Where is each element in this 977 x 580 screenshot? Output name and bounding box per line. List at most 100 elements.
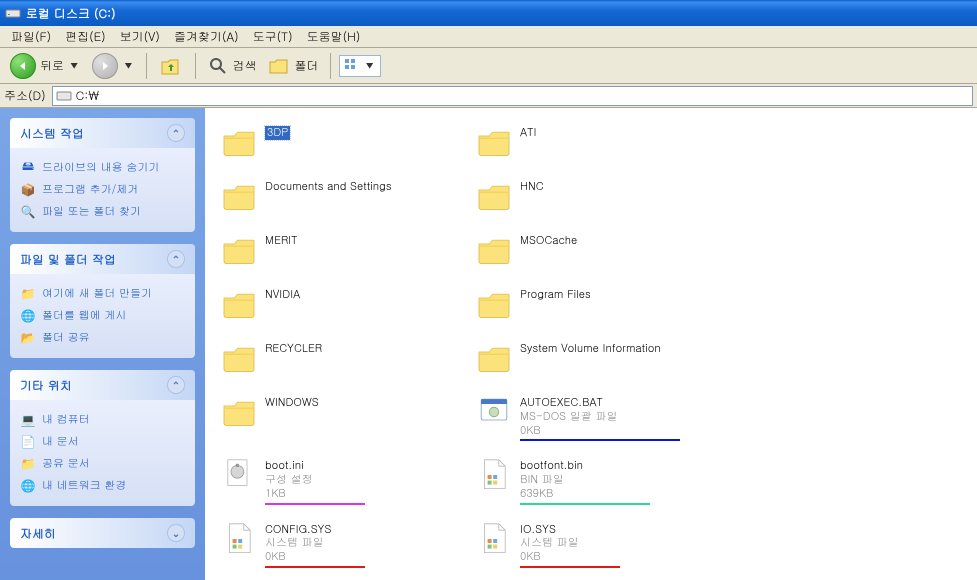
item-name: IO.SYS (520, 523, 717, 537)
place-my-documents[interactable]: 📄내 문서 (20, 430, 185, 452)
folder-item[interactable]: 3DP (213, 118, 468, 166)
task-search[interactable]: 🔍파일 또는 폴더 찾기 (20, 200, 185, 222)
view-icon (344, 58, 360, 74)
folder-item[interactable]: RECYCLER (213, 334, 468, 382)
menu-view[interactable]: 보기(V) (113, 26, 167, 47)
panel-title: 시스템 작업 (20, 125, 84, 142)
back-label: 뒤로 (40, 57, 64, 74)
item-name: MSOCache (520, 234, 717, 248)
folder-item[interactable]: MERIT (213, 226, 468, 274)
forward-button[interactable]: ▼ (88, 51, 138, 81)
folder-item[interactable]: System Volume Information (468, 334, 723, 382)
annotation-underline (520, 439, 680, 441)
menu-file[interactable]: 파일(F) (4, 26, 58, 47)
back-icon (10, 53, 36, 79)
place-label: 공유 문서 (42, 456, 90, 471)
folder-item[interactable]: ATI (468, 118, 723, 166)
folder-icon (268, 56, 290, 76)
search-icon: 🔍 (20, 203, 36, 219)
search-icon (208, 56, 228, 76)
drive-icon: 🖴 (20, 159, 36, 175)
item-size: 0KB (520, 550, 717, 564)
up-button[interactable] (155, 52, 187, 80)
panel-title: 파일 및 폴더 작업 (20, 251, 116, 268)
item-name: ATI (520, 126, 717, 140)
chevron-down-icon: ▼ (122, 59, 134, 72)
drive-icon (5, 5, 21, 21)
menu-fav[interactable]: 즐겨찾기(A) (167, 26, 246, 47)
task-publish[interactable]: 🌐폴더를 웹에 게시 (20, 304, 185, 326)
place-my-computer[interactable]: 💻내 컴퓨터 (20, 408, 185, 430)
annotation-underline (265, 503, 365, 505)
folder-icon (474, 338, 514, 378)
task-label: 드라이브의 내용 숨기기 (42, 160, 159, 175)
panel-title: 기타 위치 (20, 377, 72, 394)
folder-icon (219, 338, 259, 378)
task-add-remove[interactable]: 📦 프로그램 추가/제거 (20, 178, 185, 200)
folder-icon (474, 176, 514, 216)
task-new-folder[interactable]: 📁여기에 새 폴더 만들기 (20, 282, 185, 304)
chevron-down-icon: ▼ (363, 59, 375, 72)
folder-item[interactable]: MSOCache (468, 226, 723, 274)
folder-item[interactable]: NVIDIA (213, 280, 468, 328)
folders-button[interactable]: 폴더 (264, 54, 322, 78)
tasks-sidebar: 시스템 작업 ⌃ 🖴 드라이브의 내용 숨기기 📦 프로그램 추가/제거 🔍파일 또… (0, 108, 205, 580)
file-list[interactable]: 3DP ATI Documents and SettingsHNC MERIT MSOC… (205, 108, 977, 580)
separator (330, 53, 331, 79)
place-label: 내 문서 (42, 434, 79, 449)
menu-edit[interactable]: 편집(E) (58, 26, 113, 47)
place-label: 내 네트워크 환경 (42, 478, 126, 493)
folder-icon (219, 392, 259, 432)
folder-icon (219, 284, 259, 324)
back-button[interactable]: 뒤로 ▼ (6, 51, 84, 81)
file-icon (474, 392, 514, 432)
folder-new-icon: 📁 (20, 285, 36, 301)
item-name: 3DP (265, 126, 462, 140)
task-label: 프로그램 추가/제거 (42, 182, 138, 197)
separator (195, 53, 196, 79)
item-name: CONFIG.SYS (265, 523, 462, 537)
annotation-underline (520, 566, 620, 568)
file-item[interactable]: AUTOEXEC.BATMS-DOS 일괄 파일0KB (468, 388, 723, 445)
item-type: MS-DOS 일괄 파일 (520, 410, 717, 424)
share-icon: 📂 (20, 329, 36, 345)
place-shared-docs[interactable]: 📁공유 문서 (20, 452, 185, 474)
file-item[interactable]: bootfont.binBIN 파일639KB (468, 451, 723, 508)
panel-system-tasks: 시스템 작업 ⌃ 🖴 드라이브의 내용 숨기기 📦 프로그램 추가/제거 🔍파일 또… (10, 118, 195, 232)
toolbar: 뒤로 ▼ ▼ 검색 폴더 ▼ (0, 48, 977, 84)
package-icon: 📦 (20, 181, 36, 197)
address-value: C:\ (76, 87, 100, 104)
file-item[interactable]: boot.ini구성 설정1KB (213, 451, 468, 508)
item-size: 639KB (520, 487, 717, 501)
file-item[interactable]: CONFIG.SYS시스템 파일0KB (213, 515, 468, 572)
panel-header[interactable]: 시스템 작업 ⌃ (10, 118, 195, 148)
task-share[interactable]: 📂폴더 공유 (20, 326, 185, 348)
search-button[interactable]: 검색 (204, 54, 260, 78)
annotation-underline (520, 503, 650, 505)
item-name: MERIT (265, 234, 462, 248)
computer-icon: 💻 (20, 411, 36, 427)
search-label: 검색 (232, 57, 256, 74)
panel-header[interactable]: 파일 및 폴더 작업 ⌃ (10, 244, 195, 274)
place-network[interactable]: 🌐내 네트워크 환경 (20, 474, 185, 496)
panel-header[interactable]: 자세히 ⌄ (10, 518, 195, 548)
item-name: Program Files (520, 288, 717, 302)
folder-item[interactable]: Program Files (468, 280, 723, 328)
task-hide-drive[interactable]: 🖴 드라이브의 내용 숨기기 (20, 156, 185, 178)
folder-icon (219, 122, 259, 162)
menu-help[interactable]: 도움말(H) (300, 26, 368, 47)
file-item[interactable]: IO.SYS시스템 파일0KB (468, 515, 723, 572)
folder-item[interactable]: HNC (468, 172, 723, 220)
panel-header[interactable]: 기타 위치 ⌃ (10, 370, 195, 400)
panel-other-places: 기타 위치 ⌃ 💻내 컴퓨터 📄내 문서 📁공유 문서 🌐내 네트워크 환경 (10, 370, 195, 506)
folder-up-icon (159, 54, 183, 78)
menu-tools[interactable]: 도구(T) (246, 26, 300, 47)
view-button[interactable]: ▼ (339, 55, 380, 77)
folder-item[interactable]: Documents and Settings (213, 172, 468, 220)
folder-icon (219, 230, 259, 270)
item-type: 구성 설정 (265, 473, 462, 487)
folder-icon (474, 284, 514, 324)
drive-icon (56, 89, 72, 103)
address-input[interactable]: C:\ (52, 86, 973, 106)
folder-item[interactable]: WINDOWS (213, 388, 468, 445)
